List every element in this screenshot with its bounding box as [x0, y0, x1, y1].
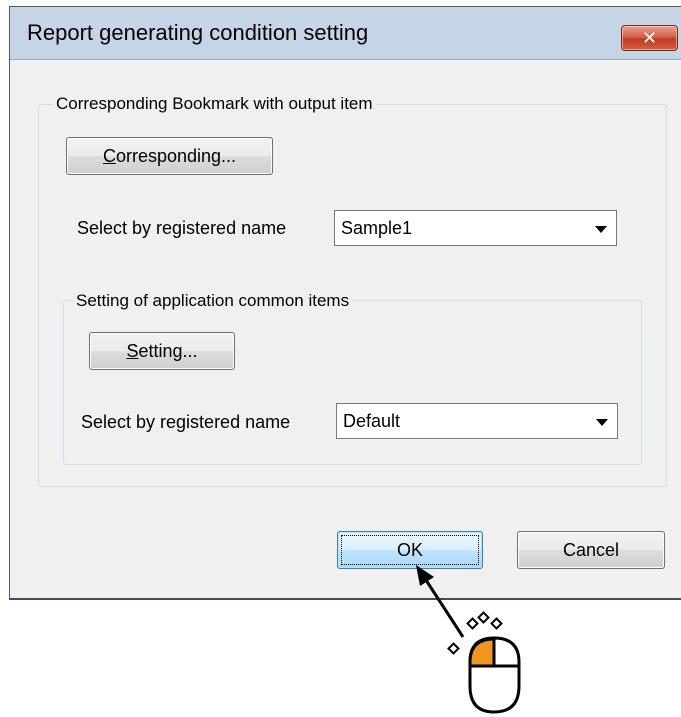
- click-annotation: [416, 565, 521, 714]
- pointer-arrow-icon: [416, 565, 465, 638]
- mouse-left-click-icon: [468, 636, 521, 714]
